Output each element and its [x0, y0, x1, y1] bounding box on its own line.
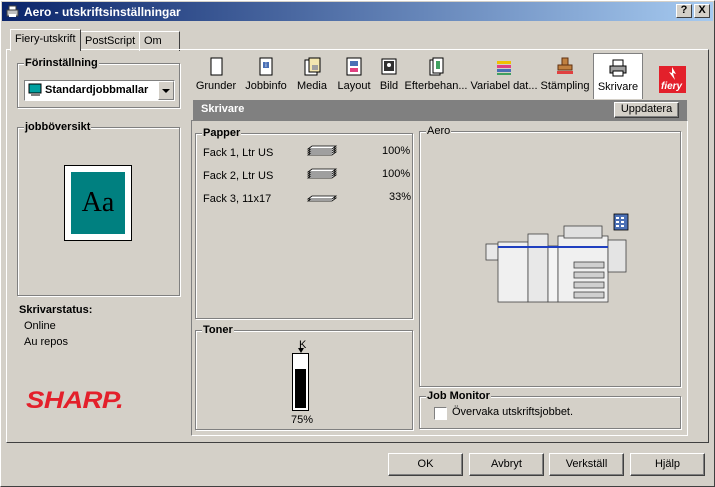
device-group-label: Aero [426, 125, 452, 137]
toolbar-media[interactable]: Media [294, 53, 330, 99]
stamp-icon [555, 57, 575, 77]
tray-2-name: Fack 2, Ltr US [203, 170, 274, 182]
window-title: Aero - utskriftsinställningar [24, 5, 181, 19]
toner-marker-icon [298, 348, 304, 353]
job-overview-label: jobböversikt [24, 121, 92, 133]
tab-fiery-utskrift[interactable]: Fiery-utskrift [10, 29, 81, 51]
job-preview-page: Aa [64, 165, 132, 241]
update-button[interactable]: Uppdatera [614, 102, 679, 118]
monitor-job-checkbox[interactable] [434, 407, 447, 420]
tray-1-level: 100% [382, 145, 411, 157]
tray-1-name: Fack 1, Ltr US [203, 147, 274, 159]
toolbar-label-variabel-data: Variabel dat... [470, 80, 538, 92]
toolbar-label-layout: Layout [337, 80, 371, 92]
toolbar-grunder[interactable]: Grunder [194, 53, 238, 99]
fiery-logo-text: fiery [661, 81, 683, 92]
preset-selected-value: Standardjobbmallar [45, 84, 149, 96]
tab-om[interactable]: Om [139, 31, 180, 51]
toolbar-layout[interactable]: Layout [334, 53, 374, 99]
finishing-icon [426, 57, 446, 77]
toner-gauge-fill [295, 369, 306, 408]
preset-group-label: Förinställning [24, 57, 99, 69]
toolbar-variabel-data[interactable]: Variabel dat... [470, 53, 538, 99]
info-icon: i [256, 57, 276, 77]
media-icon [302, 57, 322, 77]
toolbar-label-bild: Bild [379, 80, 399, 92]
image-icon [379, 57, 399, 77]
preset-dropdown-button[interactable] [158, 81, 174, 100]
toner-level: 75% [291, 414, 314, 426]
toolbar-efterbehandling[interactable]: Efterbehan... [404, 53, 468, 99]
paper-group-label: Papper [202, 127, 242, 139]
apply-button[interactable]: Verkställ [549, 453, 624, 476]
sharp-logo: SHARP. [26, 387, 124, 414]
toolbar-stampling[interactable]: Stämpling [540, 53, 590, 99]
paper-stack-icon [306, 145, 338, 156]
toner-gauge [292, 353, 309, 411]
printer-status-line-1: Online [24, 320, 56, 332]
toolbar-label-jobbinfo: Jobbinfo [245, 80, 287, 92]
job-preview-text: Aa [71, 172, 125, 234]
help-button[interactable]: Hjälp [630, 453, 705, 476]
layout-icon [344, 57, 364, 77]
paper-group [195, 133, 413, 319]
close-title-button[interactable]: X [694, 4, 710, 18]
toolbar-label-stampling: Stämpling [540, 80, 590, 92]
tray-3-name: Fack 3, 11x17 [203, 193, 272, 205]
toolbar-label-efterbehandling: Efterbehan... [404, 80, 468, 92]
cancel-button[interactable]: Avbryt [469, 453, 544, 476]
printer-status-label: Skrivarstatus: [19, 304, 93, 316]
paper-stack-icon [306, 168, 338, 179]
toolbar-label-media: Media [297, 80, 327, 92]
ok-button[interactable]: OK [388, 453, 463, 476]
tab-postscript[interactable]: PostScript [80, 31, 141, 51]
paper-stack-low-icon [306, 195, 338, 202]
toner-group-label: Toner [202, 324, 234, 336]
title-bar[interactable]: Aero - utskriftsinställningar ? X [2, 2, 713, 21]
toolbar-bild[interactable]: Bild [377, 53, 401, 99]
toolbar-skrivare[interactable]: Skrivare [593, 53, 643, 99]
section-title: Skrivare [201, 103, 245, 115]
printer-device-illustration [485, 213, 629, 303]
tray-3-level: 33% [389, 191, 412, 203]
toolbar-label-skrivare: Skrivare [597, 81, 639, 93]
document-icon [206, 57, 226, 77]
section-header: Skrivare [193, 100, 687, 120]
monitor-job-checkbox-label[interactable]: Övervaka utskriftsjobbet. [452, 406, 573, 418]
toolbar-label-grunder: Grunder [195, 80, 237, 92]
job-monitor-label: Job Monitor [426, 390, 491, 402]
fiery-logo: fiery [659, 66, 686, 93]
help-title-button[interactable]: ? [676, 4, 692, 18]
printer-status-line-2: Au repos [24, 336, 69, 348]
tray-2-level: 100% [382, 168, 411, 180]
variable-data-icon [494, 57, 514, 77]
printer-app-icon [5, 4, 20, 19]
chevron-down-icon [162, 89, 170, 93]
preset-select[interactable]: Standardjobbmallar [24, 80, 175, 101]
printer-icon [608, 58, 628, 78]
computer-icon [28, 83, 43, 100]
toolbar-jobbinfo[interactable]: i Jobbinfo [243, 53, 289, 99]
